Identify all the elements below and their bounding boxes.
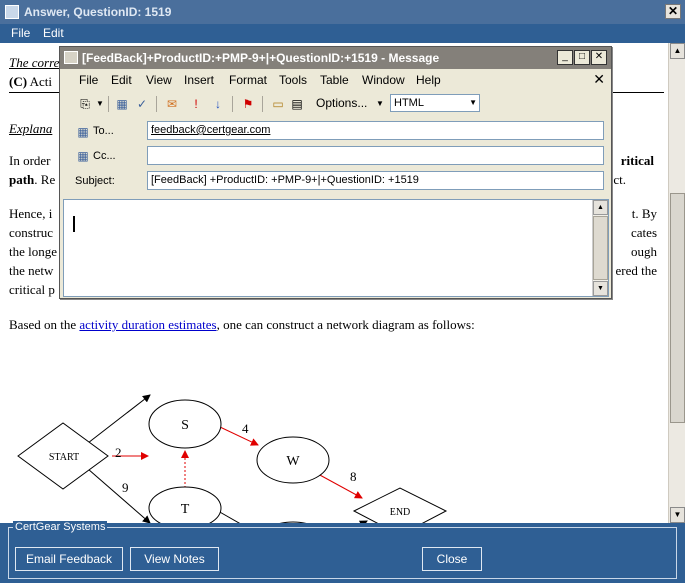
format-select-value: HTML [394, 97, 424, 109]
answer-letter: (C) [9, 74, 28, 89]
app-icon [5, 5, 19, 19]
window-title: Answer, QuestionID: 1519 [24, 5, 172, 19]
para1-bold-end: ritical [620, 153, 654, 168]
email-feedback-button[interactable]: Email Feedback [15, 547, 123, 571]
flag-icon[interactable]: ⚑ [240, 96, 256, 112]
dialog-menu-tools[interactable]: Tools [279, 73, 307, 87]
close-icon[interactable]: ✕ [665, 4, 681, 19]
importance-low-icon[interactable]: ↓ [210, 96, 226, 112]
network-diagram: START S T W X END 2 9 14 4 8 10 1 [17, 394, 448, 523]
edge-label-start-t: 9 [122, 480, 129, 495]
message-body[interactable]: ▲ ▼ [63, 199, 609, 297]
view-notes-button[interactable]: View Notes [130, 547, 219, 571]
menu-file[interactable]: File [11, 26, 30, 40]
attach-dropdown-icon[interactable]: ▼ [92, 96, 108, 112]
para2-l5: critical p [9, 282, 55, 297]
body-scroll-up-icon[interactable]: ▲ [593, 200, 608, 215]
toolbar-separator [232, 96, 233, 112]
body-scroll-down-icon[interactable]: ▼ [593, 281, 608, 296]
format-select[interactable]: HTML ▼ [390, 94, 480, 112]
node-end-label: END [390, 507, 411, 518]
dialog-menu-help[interactable]: Help [416, 73, 441, 87]
cc-book-icon: ▦ [77, 149, 89, 163]
options-icon[interactable]: ▤ [289, 96, 305, 112]
menubar: File Edit [0, 24, 685, 43]
dialog-menu-file[interactable]: File [79, 73, 98, 87]
para3-prefix: Based on the [9, 317, 80, 332]
explanation-label: Explana [9, 121, 53, 136]
edge-label-s-w: 4 [242, 421, 249, 436]
maximize-icon[interactable]: □ [574, 50, 590, 65]
edge-start-s [87, 394, 151, 444]
menu-edit[interactable]: Edit [43, 26, 64, 40]
minimize-icon[interactable]: _ [557, 50, 573, 65]
content-scrollbar[interactable]: ▲ ▼ [668, 43, 685, 523]
para1-line2-end: ct. [613, 172, 626, 187]
edge-label-start-s: 2 [115, 445, 122, 460]
correct-answer-label: The corre [9, 55, 60, 70]
dialog-menu-window[interactable]: Window [362, 73, 405, 87]
dialog-menubar: File Edit View Insert Format Tools Table… [60, 69, 611, 91]
edge-s-w [219, 426, 259, 446]
message-icon [64, 51, 78, 64]
para3-suffix: , one can construct a network diagram as… [216, 317, 475, 332]
to-recipient: feedback@certgear.com [151, 124, 271, 136]
edge-t-x [217, 510, 241, 523]
to-field[interactable]: feedback@certgear.com [147, 121, 604, 140]
scroll-up-icon[interactable]: ▲ [670, 43, 685, 59]
message-dialog: [FeedBack]+ProductID:+PMP-9+|+QuestionID… [59, 46, 612, 299]
body-scrollbar[interactable]: ▲ ▼ [592, 200, 608, 296]
window-titlebar: Answer, QuestionID: 1519 ✕ [0, 0, 685, 24]
toolbar-separator [156, 96, 157, 112]
body-scroll-thumb[interactable] [593, 216, 608, 280]
node-t-label: T [181, 502, 190, 517]
scroll-down-icon[interactable]: ▼ [670, 507, 685, 523]
folder-icon[interactable]: ▭ [270, 96, 286, 112]
dialog-close-icon[interactable]: ✕ [591, 50, 607, 65]
menu-close-icon[interactable]: ✕ [593, 71, 605, 88]
dialog-toolbar: ⎘ ▼ ▦ ✓ ✉ ! ↓ ⚑ ▭ ▤ Options... ▼ HTML ▼ [60, 93, 611, 115]
dialog-titlebar: [FeedBack]+ProductID:+PMP-9+|+QuestionID… [60, 47, 611, 69]
dialog-title: [FeedBack]+ProductID:+PMP-9+|+QuestionID… [82, 51, 440, 65]
dialog-menu-edit[interactable]: Edit [111, 73, 132, 87]
options-button[interactable]: Options... [316, 96, 367, 110]
exclamation-icon[interactable]: ! [188, 96, 204, 112]
node-w-label: W [286, 454, 300, 469]
dialog-menu-insert[interactable]: Insert [184, 73, 214, 87]
para2-l4-end: ered the [615, 263, 657, 278]
dialog-menu-table[interactable]: Table [320, 73, 349, 87]
subject-label: Subject: [75, 175, 115, 187]
cc-field[interactable] [147, 146, 604, 165]
node-start-label: START [49, 452, 79, 463]
chevron-down-icon: ▼ [469, 98, 477, 107]
check-names-icon[interactable]: ✓ [134, 96, 150, 112]
toolbar-separator [108, 96, 109, 112]
toolbar-separator [262, 96, 263, 112]
importance-high-icon[interactable]: ✉ [164, 96, 180, 112]
para2-l1-end: t. By [631, 206, 657, 221]
activity-duration-link[interactable]: activity duration estimates [79, 317, 216, 332]
attach-icon[interactable]: ⎘ [77, 96, 93, 112]
to-book-icon: ▦ [77, 125, 89, 139]
dialog-menu-format[interactable]: Format [229, 73, 267, 87]
close-button[interactable]: Close [422, 547, 482, 571]
cc-button[interactable]: Cc... [93, 150, 116, 162]
scroll-thumb[interactable] [670, 193, 685, 423]
footer-group-label: CertGear Systems [13, 521, 108, 533]
node-s-label: S [181, 418, 189, 433]
dialog-menu-view[interactable]: View [146, 73, 172, 87]
to-button[interactable]: To... [93, 125, 114, 137]
edge-label-w-end: 8 [350, 469, 357, 484]
footer-panel: CertGear Systems Email Feedback View Not… [0, 521, 685, 583]
address-book-icon[interactable]: ▦ [114, 96, 130, 112]
options-dropdown-icon[interactable]: ▼ [372, 96, 388, 112]
text-caret [73, 216, 75, 232]
subject-field[interactable]: [FeedBack] +ProductID: +PMP-9+|+Question… [147, 171, 604, 190]
para2-l2-end: cates [631, 225, 657, 240]
edge-start-bottom [87, 468, 151, 523]
para2-l3-end: ough [631, 244, 657, 259]
answer-text: Acti [29, 74, 52, 89]
